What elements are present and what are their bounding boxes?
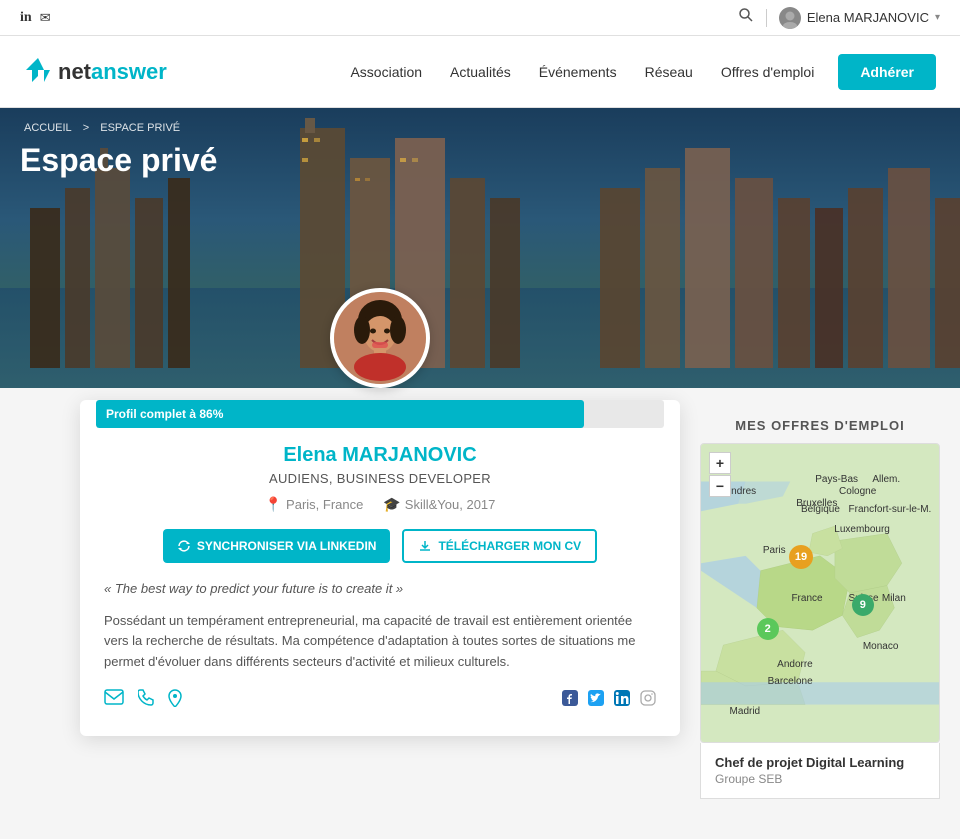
map-marker[interactable]: 19 <box>789 545 813 569</box>
logo-icon <box>24 56 52 87</box>
user-menu[interactable]: Elena MARJANOVIC ▾ <box>779 7 940 29</box>
chevron-down-icon: ▾ <box>935 12 940 23</box>
map-marker[interactable]: 9 <box>852 594 874 616</box>
profile-info: Elena MARJANOVIC AUDIENS, Business devel… <box>80 428 680 513</box>
profile-education: 🎓 Skill&You, 2017 <box>383 496 495 513</box>
top-bar: in ✉ Elena MARJANOVIC ▾ <box>0 0 960 36</box>
nav-evenements[interactable]: Événements <box>539 64 617 80</box>
location-contact-icon[interactable] <box>168 689 182 712</box>
social-network-icons <box>562 690 656 711</box>
job-card-company: Groupe SEB <box>715 772 925 786</box>
sync-icon <box>177 539 191 553</box>
avatar-container <box>80 288 680 388</box>
nav-offres[interactable]: Offres d'emploi <box>721 64 814 80</box>
user-name-label: Elena MARJANOVIC <box>807 10 929 25</box>
profile-job-title: AUDIENS, Business developer <box>100 471 660 486</box>
logo-accent: answer <box>91 59 167 84</box>
profile-quote: « The best way to predict your future is… <box>104 579 656 599</box>
location-text: Paris, France <box>286 497 363 512</box>
contact-icons <box>104 689 182 712</box>
download-cv-button[interactable]: TÉLÉCHARGER MON CV <box>402 529 597 563</box>
linkedin-icon[interactable] <box>614 690 630 711</box>
facebook-icon[interactable] <box>562 690 578 711</box>
divider <box>766 9 767 27</box>
top-bar-left: in ✉ <box>20 10 51 26</box>
profile-meta: 📍 Paris, France 🎓 Skill&You, 2017 <box>100 496 660 513</box>
map-section-title: MES OFFRES D'EMPLOI <box>700 418 940 433</box>
right-panel: MES OFFRES D'EMPLOI <box>700 418 960 799</box>
profile-social <box>80 673 680 712</box>
instagram-icon[interactable] <box>640 690 656 711</box>
logo[interactable]: netanswer <box>24 56 167 87</box>
hero-title: Espace privé <box>20 142 217 179</box>
email-contact-icon[interactable] <box>104 689 124 712</box>
navbar: netanswer Association Actualités Événeme… <box>0 36 960 108</box>
breadcrumb-home[interactable]: ACCUEIL <box>24 122 72 134</box>
job-card[interactable]: Chef de projet Digital Learning Groupe S… <box>700 743 940 799</box>
map-container[interactable]: + − LondresParisBelgiquePays-BasCologneA… <box>700 443 940 743</box>
nav-reseau[interactable]: Réseau <box>645 64 693 80</box>
user-avatar-small <box>779 7 801 29</box>
email-icon[interactable]: ✉ <box>40 10 51 26</box>
download-icon <box>418 539 432 553</box>
profile-bio: Possédant un tempérament entrepreneurial… <box>104 611 656 673</box>
nav-association[interactable]: Association <box>350 64 422 80</box>
map-bg: + − LondresParisBelgiquePays-BasCologneA… <box>701 444 939 742</box>
job-card-title: Chef de projet Digital Learning <box>715 755 925 770</box>
search-icon[interactable] <box>738 7 754 28</box>
profile-location: 📍 Paris, France <box>265 496 364 513</box>
profile-card: Profil complet à 86% Elena MARJANOVIC AU… <box>80 400 680 736</box>
breadcrumb: ACCUEIL > ESPACE PRIVÉ <box>20 122 184 134</box>
phone-contact-icon[interactable] <box>138 689 154 712</box>
sync-linkedin-button[interactable]: SYNCHRONISER VIA LINKEDIN <box>163 529 391 563</box>
logo-text: netanswer <box>58 59 167 85</box>
nav-actualites[interactable]: Actualités <box>450 64 511 80</box>
main-layout: Profil complet à 86% Elena MARJANOVIC AU… <box>0 388 960 839</box>
adherer-button[interactable]: Adhérer <box>838 54 936 90</box>
nav-links: Association Actualités Événements Réseau… <box>350 64 814 80</box>
linkedin-icon[interactable]: in <box>20 10 32 26</box>
breadcrumb-separator: > <box>83 122 89 134</box>
map-marker[interactable]: 2 <box>757 618 779 640</box>
education-text: Skill&You, 2017 <box>405 497 496 512</box>
logo-plain: net <box>58 59 91 84</box>
sync-label: SYNCHRONISER VIA LINKEDIN <box>197 539 377 553</box>
completion-label: Profil complet à 86% <box>106 407 223 421</box>
education-icon: 🎓 <box>383 496 400 513</box>
location-icon: 📍 <box>265 496 282 513</box>
profile-actions: SYNCHRONISER VIA LINKEDIN TÉLÉCHARGER MO… <box>80 529 680 563</box>
profile-name: Elena MARJANOVIC <box>100 444 660 467</box>
top-bar-right: Elena MARJANOVIC ▾ <box>738 7 940 29</box>
profile-completion: Profil complet à 86% <box>96 400 664 428</box>
breadcrumb-current: ESPACE PRIVÉ <box>100 122 180 134</box>
completion-bar: Profil complet à 86% <box>96 400 584 428</box>
download-label: TÉLÉCHARGER MON CV <box>438 539 581 553</box>
profile-card-wrapper: Profil complet à 86% Elena MARJANOVIC AU… <box>80 338 680 736</box>
twitter-icon[interactable] <box>588 690 604 711</box>
user-avatar <box>330 288 430 388</box>
